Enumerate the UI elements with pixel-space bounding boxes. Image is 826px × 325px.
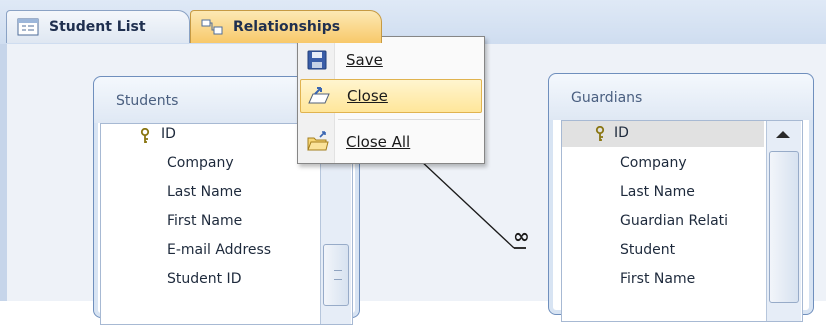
students-field[interactable]: Company xyxy=(167,155,234,171)
guardians-table[interactable]: Guardians ID Company Last Name Guardian … xyxy=(548,73,814,322)
students-field[interactable]: Last Name xyxy=(167,184,242,200)
students-field[interactable]: Student ID xyxy=(167,271,241,287)
students-field[interactable]: ID xyxy=(161,126,176,142)
guardians-field[interactable]: ID xyxy=(614,125,629,141)
guardians-field[interactable]: First Name xyxy=(620,271,695,287)
tab-relationships[interactable]: Relationships xyxy=(190,10,382,43)
guardians-field-list[interactable]: ID Company Last Name Guardian Relati Stu… xyxy=(561,120,803,322)
menu-item-save-label: Save xyxy=(346,51,383,69)
close-icon xyxy=(307,85,331,107)
scroll-up-arrow-icon[interactable] xyxy=(776,131,790,138)
menu-item-close-all-label: Close All xyxy=(346,133,411,151)
relationships-icon xyxy=(201,18,223,36)
guardians-field[interactable]: Last Name xyxy=(620,184,695,200)
menu-separator xyxy=(338,119,480,120)
form-icon xyxy=(17,18,39,36)
guardians-field[interactable]: Student xyxy=(620,242,675,258)
tab-student-list-label: Student List xyxy=(49,19,146,35)
guardians-table-title[interactable]: Guardians xyxy=(549,74,813,120)
menu-item-close-all[interactable]: Close All xyxy=(300,125,482,159)
students-field[interactable]: First Name xyxy=(167,213,242,229)
primary-key-icon xyxy=(594,125,606,146)
close-all-icon xyxy=(306,131,330,153)
primary-key-icon xyxy=(139,127,151,148)
tab-student-list[interactable]: Student List xyxy=(6,10,190,43)
menu-item-close[interactable]: Close xyxy=(300,79,482,113)
guardians-field[interactable]: Company xyxy=(620,155,687,171)
save-icon xyxy=(306,49,330,71)
scrollbar-thumb[interactable] xyxy=(769,151,799,303)
tab-relationships-label: Relationships xyxy=(233,19,341,35)
guardians-scrollbar[interactable] xyxy=(766,121,801,321)
selected-field-highlight xyxy=(562,121,764,147)
thumb-grip-icon xyxy=(334,270,342,280)
menu-item-close-label: Close xyxy=(347,87,388,105)
menu-item-save[interactable]: Save xyxy=(300,43,482,77)
tab-context-menu: Save Close Close All xyxy=(297,36,485,164)
students-field[interactable]: E-mail Address xyxy=(167,242,271,258)
scrollbar-thumb[interactable] xyxy=(323,244,349,306)
guardians-field[interactable]: Guardian Relati xyxy=(620,213,728,229)
